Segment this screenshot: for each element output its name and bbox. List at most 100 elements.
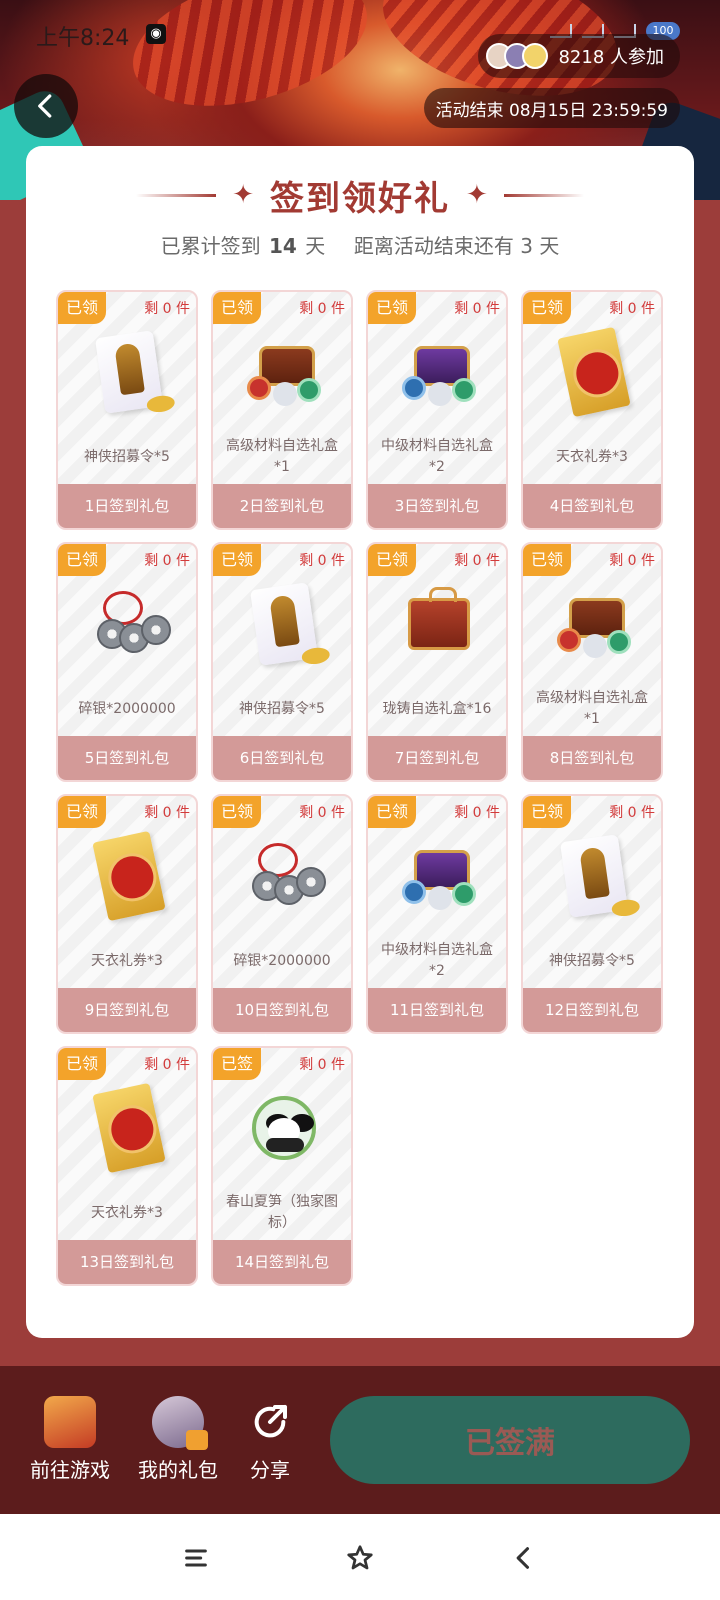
reward-name: 碎银*2000000 (78, 700, 176, 717)
go-game-label: 前往游戏 (30, 1458, 110, 1482)
reward-tile[interactable]: 已领 剩 0 件天衣礼券*3 9日签到礼包 (56, 794, 198, 1034)
sparkle-icon: ✦ (466, 180, 488, 210)
reward-tile[interactable]: 已签 剩 0 件春山夏笋（独家图标） 14日签到礼包 (211, 1046, 353, 1286)
reward-tile[interactable]: 已领 剩 0 件神侠招募令*5 1日签到礼包 (56, 290, 198, 530)
reward-name: 天衣礼券*3 (91, 1204, 163, 1221)
reward-tile[interactable]: 已领 剩 0 件神侠招募令*5 6日签到礼包 (211, 542, 353, 782)
sparkle-icon: ✦ (232, 180, 254, 210)
claimed-badge: 已领 (523, 796, 571, 828)
remaining-count: 剩 0 件 (454, 553, 500, 569)
reward-tile[interactable]: 已领 剩 0 件珑铸自选礼盒*16 7日签到礼包 (366, 542, 508, 782)
claimed-badge: 已领 (58, 1048, 106, 1080)
claimed-badge: 已领 (213, 292, 261, 324)
reward-day-label: 9日签到礼包 (58, 988, 196, 1032)
reward-day-label: 3日签到礼包 (368, 484, 506, 528)
ticket-icon (89, 1082, 169, 1174)
my-gifts-label: 我的礼包 (138, 1458, 218, 1482)
reward-tile[interactable]: 已领 剩 0 件高级材料自选礼盒*1 8日签到礼包 (521, 542, 663, 782)
share-icon (244, 1396, 296, 1448)
crate-icon (399, 582, 479, 666)
remaining-count: 剩 0 件 (144, 553, 190, 569)
participants-count: 8218 人参加 (558, 47, 664, 68)
reward-name: 神侠招募令*5 (84, 448, 170, 465)
reward-name: 神侠招募令*5 (549, 952, 635, 969)
remaining-days: 距离活动结束还有 3 天 (353, 234, 560, 258)
share-button[interactable]: 分享 (244, 1396, 296, 1483)
reward-tile[interactable]: 已领 剩 0 件天衣礼券*3 13日签到礼包 (56, 1046, 198, 1286)
remaining-count: 剩 0 件 (609, 805, 655, 821)
reward-name: 珑铸自选礼盒*16 (382, 700, 492, 717)
remaining-count: 剩 0 件 (144, 805, 190, 821)
claimed-badge: 已领 (523, 292, 571, 324)
reward-day-label: 10日签到礼包 (213, 988, 351, 1032)
reward-grid: 已领剩 0 件神侠招募令*5 1日签到礼包 已领剩 0 件高级材料自选礼盒*1 2日签… (56, 290, 666, 1286)
qq-notification-icon: ◉ (146, 24, 166, 44)
ticket-icon (89, 830, 169, 922)
my-gifts-button[interactable]: 我的礼包 (138, 1396, 218, 1483)
reward-tile[interactable]: 已领 剩 0 件神侠招募令*5 12日签到礼包 (521, 794, 663, 1034)
remaining-count: 剩 0 件 (299, 1057, 345, 1073)
back-nav-icon[interactable] (504, 1538, 544, 1578)
title-divider (136, 193, 217, 197)
bottom-action-bar: 前往游戏 我的礼包 分享 已签满 (0, 1366, 720, 1514)
summary-unit: 天 (305, 234, 326, 258)
claimed-badge: 已领 (368, 796, 416, 828)
reward-name: 天衣礼券*3 (91, 952, 163, 969)
purple-chest-icon (399, 834, 479, 918)
activity-end-time: 活动结束 08月15日 23:59:59 (423, 88, 680, 128)
ticket-icon (554, 326, 634, 418)
chest-icon (244, 330, 324, 414)
reward-tile[interactable]: 已领 剩 0 件碎银*2000000 5日签到礼包 (56, 542, 198, 782)
claimed-badge: 已领 (213, 796, 261, 828)
home-star-icon[interactable] (340, 1538, 380, 1578)
reward-tile[interactable]: 已领 剩 0 件高级材料自选礼盒*1 2日签到礼包 (211, 290, 353, 530)
status-time: 上午8:24 (36, 26, 130, 51)
remaining-count: 剩 0 件 (299, 805, 345, 821)
reward-tile[interactable]: 已领 剩 0 件碎银*2000000 10日签到礼包 (211, 794, 353, 1034)
claimed-badge: 已领 (213, 544, 261, 576)
coins-icon (244, 834, 326, 918)
reward-day-label: 13日签到礼包 (58, 1240, 196, 1284)
remaining-count: 剩 0 件 (144, 1057, 190, 1073)
remaining-count: 剩 0 件 (299, 301, 345, 317)
reward-tile[interactable]: 已领 剩 0 件天衣礼券*3 4日签到礼包 (521, 290, 663, 530)
reward-name: 高级材料自选礼盒*1 (536, 690, 648, 727)
reward-day-label: 1日签到礼包 (58, 484, 196, 528)
reward-name: 神侠招募令*5 (239, 700, 325, 717)
checkin-days: 14 (268, 234, 297, 258)
remaining-count: 剩 0 件 (454, 805, 500, 821)
remaining-count: 剩 0 件 (609, 553, 655, 569)
reward-name: 天衣礼券*3 (556, 448, 628, 465)
reward-day-label: 8日签到礼包 (523, 736, 661, 780)
menu-icon[interactable] (176, 1538, 216, 1578)
reward-name: 中级材料自选礼盒*2 (381, 438, 493, 475)
reward-day-label: 6日签到礼包 (213, 736, 351, 780)
remaining-count: 剩 0 件 (299, 553, 345, 569)
scroll-icon (89, 330, 169, 414)
reward-name: 高级材料自选礼盒*1 (226, 438, 338, 475)
avatar (522, 43, 549, 69)
reward-tile[interactable]: 已领 剩 0 件中级材料自选礼盒*2 3日签到礼包 (366, 290, 508, 530)
signed-full-button[interactable]: 已签满 (330, 1396, 690, 1484)
card-title: 签到领好礼 (270, 178, 450, 219)
share-label: 分享 (250, 1458, 290, 1482)
system-nav-bar (0, 1514, 720, 1600)
reward-tile[interactable]: 已领 剩 0 件中级材料自选礼盒*2 11日签到礼包 (366, 794, 508, 1034)
claimed-badge: 已领 (58, 292, 106, 324)
claimed-badge: 已领 (368, 544, 416, 576)
reward-day-label: 5日签到礼包 (58, 736, 196, 780)
gift-avatar-icon (152, 1396, 208, 1450)
panda-icon (244, 1086, 324, 1170)
participant-avatars (486, 43, 549, 69)
coins-icon (89, 582, 171, 666)
banner-wing (118, 0, 382, 130)
back-button[interactable] (14, 74, 78, 138)
chevron-left-icon (38, 94, 52, 118)
title-divider (503, 193, 584, 197)
go-game-button[interactable]: 前往游戏 (30, 1396, 110, 1483)
reward-name: 春山夏笋（独家图标） (226, 1194, 338, 1231)
remaining-count: 剩 0 件 (144, 301, 190, 317)
remaining-count: 剩 0 件 (609, 301, 655, 317)
reward-day-label: 2日签到礼包 (213, 484, 351, 528)
claimed-badge: 已领 (58, 796, 106, 828)
